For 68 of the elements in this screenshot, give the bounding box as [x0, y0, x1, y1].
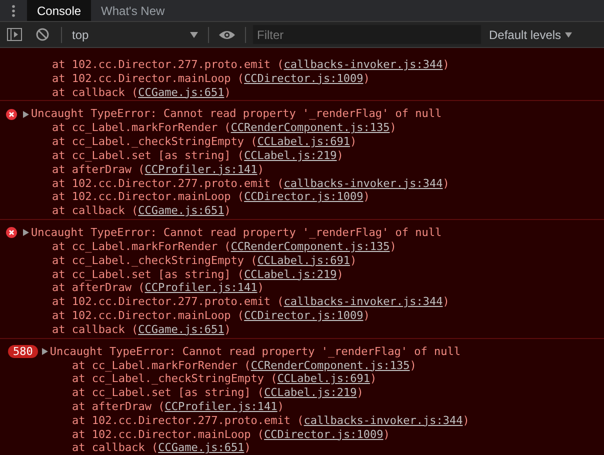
error-icon — [6, 108, 17, 120]
stack-frame: at callback (CCGame.js:651) — [0, 204, 604, 218]
source-link[interactable]: CCLabel.js:219 — [244, 268, 337, 281]
log-levels-dropdown[interactable]: Default levels — [489, 26, 572, 44]
clear-console-icon[interactable] — [36, 28, 49, 41]
stack-frame: at cc_Label.set [as string] (CCLabel.js:219) — [0, 386, 604, 400]
more-options-icon[interactable] — [12, 4, 15, 16]
stack-frame: at callback (CCGame.js:651) — [0, 441, 604, 455]
error-message: Uncaught TypeError: Cannot read property '_renderFlag' of null — [31, 107, 442, 122]
stack-frame: at cc_Label.set [as string] (CCLabel.js:219) — [0, 268, 604, 282]
stack-frame: at afterDraw (CCProfiler.js:141) — [0, 162, 604, 177]
source-link[interactable]: CCGame.js:651 — [158, 441, 244, 454]
stack-frame: at cc_Label.markForRender (CCRenderComponent.js:135) — [0, 358, 604, 372]
stack-frame: at cc_Label._checkStringEmpty (CCLabel.js:691) — [0, 372, 604, 386]
stack-frame: at cc_Label.markForRender (CCRenderComponent.js:135) — [0, 240, 604, 254]
source-link[interactable]: CCProfiler.js:141 — [144, 162, 258, 176]
tab[interactable]: Console — [27, 0, 92, 21]
source-link[interactable]: CCProfiler.js:141 — [144, 281, 258, 294]
error-message: Uncaught TypeError: Cannot read property '_renderFlag' of null — [50, 344, 460, 358]
stack-frame: at 102.cc.Director.mainLoop (CCDirector.js:1009) — [0, 428, 604, 442]
source-link[interactable]: callbacks-invoker.js:344 — [284, 58, 443, 71]
source-link[interactable]: CCDirector.js:1009 — [264, 428, 384, 441]
source-link[interactable]: CCRenderComponent.js:135 — [250, 358, 410, 372]
stack-frame: at 102.cc.Director.277.proto.emit (callbacks-invoker.js:344) — [0, 58, 604, 72]
repeat-count-badge: 580 — [8, 345, 38, 358]
source-link[interactable]: CCGame.js:651 — [138, 86, 224, 99]
tab[interactable]: What's New — [91, 0, 175, 21]
stack-frame: at 102.cc.Director.277.proto.emit (callbacks-invoker.js:344) — [0, 414, 604, 428]
source-link[interactable]: callbacks-invoker.js:344 — [284, 295, 443, 308]
source-link[interactable]: CCRenderComponent.js:135 — [230, 240, 390, 253]
source-link[interactable]: CCProfiler.js:141 — [164, 400, 278, 413]
source-link[interactable]: CCLabel.js:219 — [264, 386, 357, 400]
source-link[interactable]: CCGame.js:651 — [138, 322, 224, 336]
stack-frame: at 102.cc.Director.277.proto.emit (callbacks-invoker.js:344) — [0, 295, 604, 309]
expand-triangle-icon[interactable] — [42, 348, 48, 356]
stack-frame: at 102.cc.Director.mainLoop (CCDirector.js:1009) — [0, 72, 604, 86]
source-link[interactable]: CCDirector.js:1009 — [244, 308, 364, 322]
eye-icon[interactable] — [219, 30, 235, 40]
dropdown-arrow-icon — [565, 32, 572, 38]
stack-frame: at callback (CCGame.js:651) — [0, 322, 604, 337]
stack-frame: at 102.cc.Director.mainLoop (CCDirector.js:1009) — [0, 190, 604, 204]
source-link[interactable]: CCLabel.js:691 — [277, 372, 370, 386]
dropdown-arrow-icon — [190, 32, 198, 38]
sidebar-toggle-icon[interactable] — [7, 28, 22, 41]
source-link[interactable]: CCLabel.js:691 — [257, 254, 350, 267]
source-link[interactable]: CCRenderComponent.js:135 — [230, 121, 390, 134]
stack-frame: at 102.cc.Director.277.proto.emit (callbacks-invoker.js:344) — [0, 176, 604, 190]
source-link[interactable]: callbacks-invoker.js:344 — [304, 414, 463, 427]
error-message: Uncaught TypeError: Cannot read property '_renderFlag' of null — [31, 226, 442, 240]
source-link[interactable]: CCDirector.js:1009 — [244, 72, 364, 85]
filter-input[interactable]: Filter — [253, 25, 481, 44]
source-link[interactable]: CCLabel.js:219 — [244, 148, 337, 162]
source-link[interactable]: callbacks-invoker.js:344 — [284, 176, 443, 190]
source-link[interactable]: CCDirector.js:1009 — [244, 190, 364, 204]
stack-frame: at cc_Label.set [as string] (CCLabel.js:219) — [0, 148, 604, 163]
expand-triangle-icon[interactable] — [23, 110, 29, 118]
stack-frame: at cc_Label._checkStringEmpty (CCLabel.js:691) — [0, 135, 604, 149]
stack-frame: at afterDraw (CCProfiler.js:141) — [0, 281, 604, 296]
stack-frame: at 102.cc.Director.mainLoop (CCDirector.js:1009) — [0, 308, 604, 323]
context-select[interactable]: top — [62, 22, 208, 47]
stack-frame: at cc_Label._checkStringEmpty (CCLabel.js:691) — [0, 254, 604, 268]
stack-frame: at afterDraw (CCProfiler.js:141) — [0, 400, 604, 414]
stack-frame: at callback (CCGame.js:651) — [0, 86, 604, 100]
source-link[interactable]: CCLabel.js:691 — [257, 135, 350, 148]
expand-triangle-icon[interactable] — [23, 229, 29, 236]
source-link[interactable]: CCGame.js:651 — [138, 204, 224, 218]
error-icon — [6, 227, 17, 238]
stack-frame: at cc_Label.markForRender (CCRenderComponent.js:135) — [0, 121, 604, 136]
